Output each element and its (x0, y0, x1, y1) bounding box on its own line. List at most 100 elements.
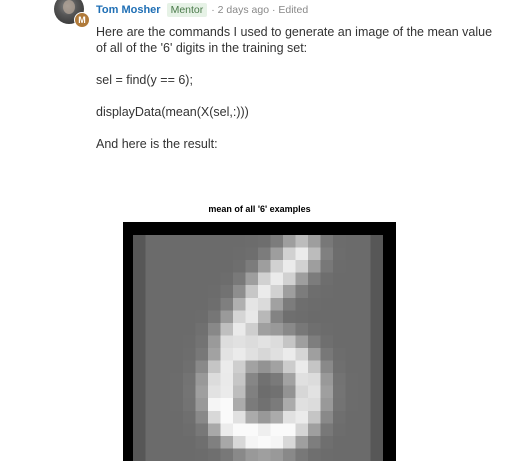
digit-pixel (133, 285, 146, 298)
post-body: Here are the commands I used to generate… (96, 24, 496, 168)
digit-pixel (358, 247, 371, 261)
digit-pixel (333, 272, 346, 286)
digit-pixel (133, 410, 146, 424)
digit-pixel (370, 285, 383, 298)
digit-pixel (245, 260, 258, 273)
digit-pixel (358, 423, 371, 436)
digit-pixel (370, 360, 383, 374)
digit-pixel (258, 285, 271, 298)
digit-pixel (295, 297, 308, 311)
digit-pixel (195, 435, 208, 449)
digit-pixel (220, 398, 233, 411)
digit-pixel (270, 322, 283, 336)
digit-pixel (195, 398, 208, 411)
digit-pixel (320, 410, 333, 424)
digit-pixel (283, 398, 296, 411)
digit-pixel (333, 373, 346, 386)
digit-pixel (245, 348, 258, 361)
digit-pixel (195, 448, 208, 461)
digit-pixel (170, 385, 183, 399)
digit-pixel (333, 247, 346, 261)
digit-pixel (333, 398, 346, 411)
digit-pixel (133, 235, 146, 248)
digit-pixel (233, 322, 246, 336)
digit-pixel-grid (133, 235, 383, 461)
digit-pixel (345, 360, 358, 374)
digit-pixel (183, 272, 196, 286)
digit-pixel (158, 335, 171, 348)
digit-pixel (320, 247, 333, 261)
digit-pixel (333, 360, 346, 374)
digit-pixel (183, 285, 196, 298)
digit-pixel (208, 373, 221, 386)
digit-pixel (183, 373, 196, 386)
digit-pixel (258, 335, 271, 348)
digit-pixel (158, 448, 171, 461)
digit-pixel (170, 360, 183, 374)
digit-pixel (283, 235, 296, 248)
digit-pixel (370, 322, 383, 336)
digit-pixel (320, 398, 333, 411)
digit-pixel (158, 285, 171, 298)
digit-pixel (370, 385, 383, 399)
digit-pixel (258, 385, 271, 399)
author-avatar-wrap[interactable]: M (54, 0, 90, 28)
digit-pixel (258, 348, 271, 361)
digit-pixel (170, 448, 183, 461)
digit-pixel (220, 423, 233, 436)
digit-pixel (145, 385, 158, 399)
digit-pixel (220, 322, 233, 336)
digit-pixel (158, 385, 171, 399)
digit-pixel (358, 235, 371, 248)
digit-pixel (320, 322, 333, 336)
digit-pixel (283, 335, 296, 348)
digit-pixel (133, 360, 146, 374)
digit-pixel (270, 272, 283, 286)
digit-pixel (158, 322, 171, 336)
digit-pixel (370, 348, 383, 361)
digit-pixel (283, 373, 296, 386)
digit-pixel (220, 272, 233, 286)
digit-pixel (258, 260, 271, 273)
digit-pixel (208, 385, 221, 399)
digit-pixel (345, 348, 358, 361)
digit-pixel (333, 385, 346, 399)
digit-pixel (295, 335, 308, 348)
digit-pixel (270, 348, 283, 361)
digit-pixel (183, 435, 196, 449)
digit-pixel (220, 448, 233, 461)
digit-pixel (270, 448, 283, 461)
digit-pixel (245, 235, 258, 248)
digit-pixel (170, 398, 183, 411)
digit-pixel (208, 247, 221, 261)
digit-pixel (220, 235, 233, 248)
digit-pixel (320, 423, 333, 436)
digit-pixel (308, 247, 321, 261)
digit-pixel (345, 423, 358, 436)
digit-pixel (195, 335, 208, 348)
digit-pixel (183, 297, 196, 311)
digit-pixel (245, 297, 258, 311)
digit-pixel (295, 373, 308, 386)
digit-pixel (245, 435, 258, 449)
digit-pixel (208, 410, 221, 424)
digit-pixel (270, 310, 283, 323)
digit-pixel (283, 260, 296, 273)
digit-pixel (358, 410, 371, 424)
author-name-link[interactable]: Tom Mosher (96, 4, 161, 16)
digit-pixel (370, 310, 383, 323)
digit-pixel (133, 448, 146, 461)
digit-pixel (233, 385, 246, 399)
digit-pixel (333, 410, 346, 424)
digit-pixel (308, 235, 321, 248)
digit-pixel (308, 423, 321, 436)
digit-pixel (245, 448, 258, 461)
digit-pixel (133, 348, 146, 361)
digit-pixel (145, 398, 158, 411)
digit-pixel (233, 373, 246, 386)
digit-pixel (133, 260, 146, 273)
digit-pixel (370, 247, 383, 261)
digit-pixel (345, 373, 358, 386)
digit-pixel (345, 310, 358, 323)
digit-pixel (170, 247, 183, 261)
